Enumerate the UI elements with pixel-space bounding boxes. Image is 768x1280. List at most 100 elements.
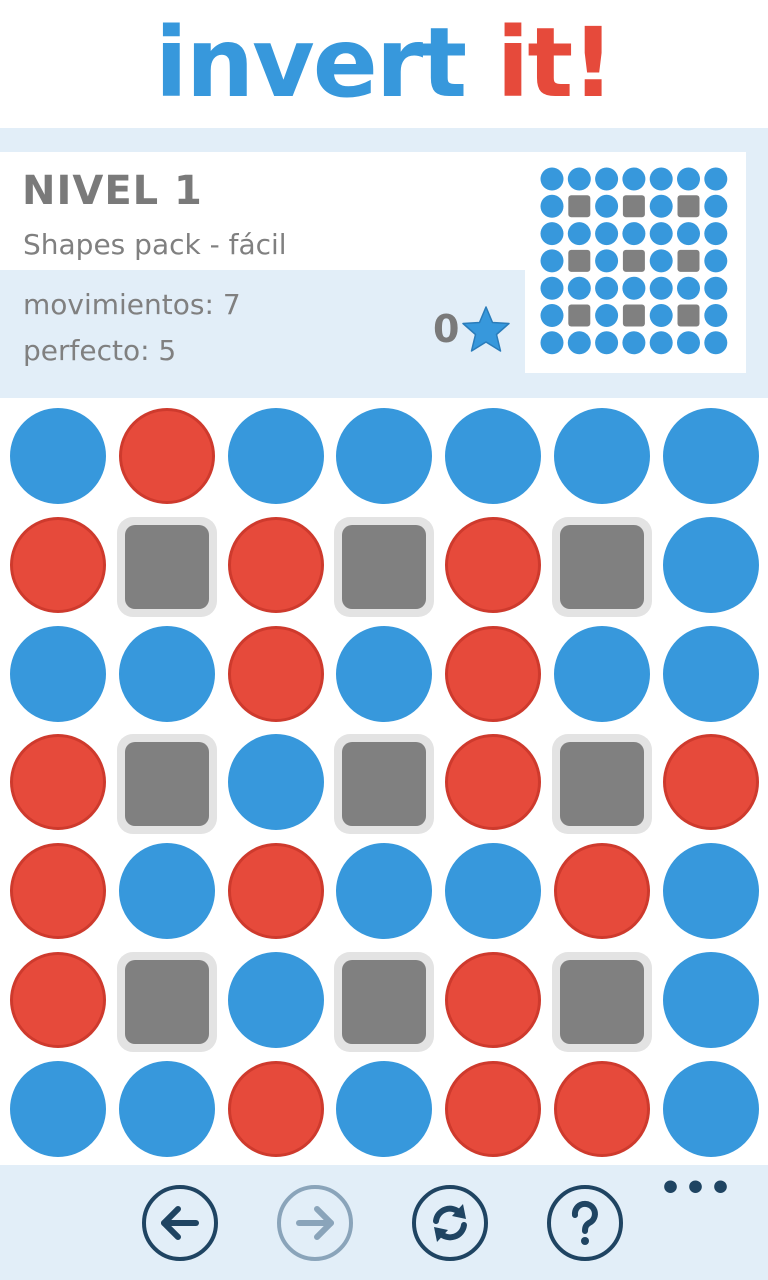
- board-cell[interactable]: [6, 1057, 114, 1165]
- board-cell[interactable]: [659, 730, 767, 838]
- red-dot[interactable]: [227, 843, 324, 940]
- preview-dot: [649, 249, 673, 273]
- blue-dot[interactable]: [227, 408, 324, 504]
- blue-dot[interactable]: [118, 1060, 215, 1157]
- blue-dot[interactable]: [227, 952, 324, 1048]
- board-cell[interactable]: [115, 839, 223, 947]
- board-cell[interactable]: [6, 513, 114, 621]
- preview-dot: [595, 194, 619, 218]
- board-cell[interactable]: [441, 513, 549, 621]
- preview-dot: [649, 222, 673, 246]
- board-cell[interactable]: [659, 404, 767, 512]
- board-cell[interactable]: [6, 404, 114, 512]
- board-cell[interactable]: [224, 1057, 332, 1165]
- blue-dot[interactable]: [336, 1060, 433, 1157]
- board-cell[interactable]: [115, 622, 223, 730]
- board-cell[interactable]: [332, 622, 440, 730]
- red-dot[interactable]: [227, 516, 324, 613]
- blue-dot[interactable]: [662, 625, 759, 722]
- blocked-square: [552, 516, 652, 617]
- board-cell[interactable]: [115, 1057, 223, 1165]
- red-dot[interactable]: [10, 952, 106, 1048]
- level-subtitle: Shapes pack - fácil: [23, 228, 287, 261]
- board-cell[interactable]: [6, 948, 114, 1056]
- red-dot[interactable]: [10, 734, 106, 831]
- preview-block: [568, 304, 591, 327]
- red-dot[interactable]: [445, 734, 542, 831]
- board-cell[interactable]: [659, 1057, 767, 1165]
- board-cell[interactable]: [6, 730, 114, 838]
- red-dot[interactable]: [227, 625, 324, 722]
- preview-dot: [540, 276, 564, 300]
- blue-dot[interactable]: [118, 843, 215, 940]
- board-cell[interactable]: [550, 839, 658, 947]
- blue-dot[interactable]: [118, 625, 215, 722]
- blue-dot[interactable]: [662, 516, 759, 613]
- blue-dot[interactable]: [336, 843, 433, 940]
- blue-dot[interactable]: [227, 734, 324, 831]
- blue-dot[interactable]: [662, 1060, 759, 1157]
- board-cell[interactable]: [224, 730, 332, 838]
- red-dot[interactable]: [445, 516, 542, 613]
- help-button[interactable]: [547, 1185, 623, 1261]
- blue-dot[interactable]: [554, 625, 650, 722]
- board-cell[interactable]: [332, 839, 440, 947]
- red-dot[interactable]: [10, 516, 106, 613]
- board-cell[interactable]: [550, 404, 658, 512]
- red-dot[interactable]: [445, 952, 542, 1048]
- preview-dot: [677, 222, 700, 246]
- red-dot[interactable]: [10, 843, 106, 940]
- red-dot[interactable]: [554, 1060, 650, 1157]
- board-cell[interactable]: [441, 622, 549, 730]
- preview-dot: [540, 304, 564, 327]
- board-cell[interactable]: [332, 404, 440, 512]
- board-cell[interactable]: [659, 839, 767, 947]
- board-cell[interactable]: [659, 513, 767, 621]
- blue-dot[interactable]: [10, 1060, 106, 1157]
- board-cell[interactable]: [550, 1057, 658, 1165]
- red-dot[interactable]: [445, 1060, 542, 1157]
- more-menu-icon[interactable]: •••: [659, 1171, 734, 1207]
- board-cell[interactable]: [659, 948, 767, 1056]
- blue-dot[interactable]: [554, 408, 650, 504]
- red-dot[interactable]: [662, 734, 759, 831]
- board-cell[interactable]: [6, 622, 114, 730]
- board-cell[interactable]: [224, 839, 332, 947]
- blue-dot[interactable]: [336, 625, 433, 722]
- blue-dot[interactable]: [662, 952, 759, 1048]
- preview-dot: [704, 167, 728, 191]
- stars-display: 0: [433, 306, 511, 352]
- board-cell[interactable]: [441, 948, 549, 1056]
- restart-button[interactable]: [412, 1185, 488, 1261]
- moves-counter: movimientos: 7: [23, 288, 241, 321]
- arrow-right-icon: [296, 1206, 334, 1240]
- game-board[interactable]: [0, 398, 768, 1165]
- red-dot[interactable]: [445, 625, 542, 722]
- red-dot[interactable]: [554, 843, 650, 940]
- blue-dot[interactable]: [662, 408, 759, 504]
- board-cell[interactable]: [6, 839, 114, 947]
- red-dot[interactable]: [227, 1060, 324, 1157]
- blue-dot[interactable]: [445, 408, 542, 504]
- board-cell[interactable]: [332, 1057, 440, 1165]
- board-cell[interactable]: [224, 622, 332, 730]
- board-cell[interactable]: [550, 622, 658, 730]
- blue-dot[interactable]: [10, 408, 106, 504]
- board-cell[interactable]: [441, 1057, 549, 1165]
- board-cell[interactable]: [659, 622, 767, 730]
- back-button[interactable]: [142, 1185, 218, 1261]
- blue-dot[interactable]: [662, 843, 759, 940]
- blue-dot[interactable]: [10, 625, 106, 722]
- board-cell[interactable]: [224, 948, 332, 1056]
- board-cell[interactable]: [441, 839, 549, 947]
- board-cell[interactable]: [441, 404, 549, 512]
- blue-dot[interactable]: [445, 843, 542, 940]
- board-cell[interactable]: [441, 730, 549, 838]
- board-cell[interactable]: [115, 404, 223, 512]
- forward-button[interactable]: [277, 1185, 353, 1261]
- blue-dot[interactable]: [336, 408, 433, 504]
- preview-dot: [677, 167, 700, 191]
- red-dot[interactable]: [118, 408, 215, 504]
- board-cell[interactable]: [224, 513, 332, 621]
- board-cell[interactable]: [224, 404, 332, 512]
